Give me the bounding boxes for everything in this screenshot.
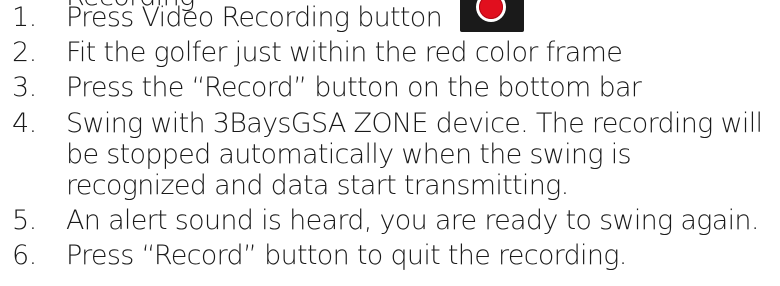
step-text: Press Video Recording button bbox=[66, 0, 766, 33]
step-number: 3. bbox=[12, 72, 37, 104]
step-text: Swing with 3BaysGSA ZONE device. The rec… bbox=[66, 107, 763, 202]
record-button-icon bbox=[460, 0, 525, 32]
step-label: Press Video Recording button bbox=[66, 2, 443, 33]
step-text: Press “Record” button to quit the record… bbox=[66, 240, 627, 272]
step-4: 4. Swing with 3BaysGSA ZONE device. The … bbox=[0, 108, 780, 202]
step-number: 1. bbox=[12, 2, 37, 33]
step-number: 6. bbox=[12, 240, 37, 272]
instruction-page: Recording 1. Press Video Recording butto… bbox=[0, 0, 780, 286]
step-text: Fit the golfer just within the red color… bbox=[66, 37, 623, 69]
step-number: 5. bbox=[12, 205, 37, 237]
step-3: 3. Press the “Record” button on the bott… bbox=[0, 72, 780, 103]
step-text: An alert sound is heard, you are ready t… bbox=[66, 205, 759, 237]
step-number: 2. bbox=[12, 37, 37, 69]
step-text: Press the “Record” button on the bottom … bbox=[66, 72, 642, 104]
steps-list: 1. Press Video Recording button 2. Fit t… bbox=[0, 0, 780, 272]
step-number: 4. bbox=[12, 107, 37, 139]
step-2: 2. Fit the golfer just within the red co… bbox=[0, 37, 780, 68]
step-5: 5. An alert sound is heard, you are read… bbox=[0, 205, 780, 236]
step-6: 6. Press “Record” button to quit the rec… bbox=[0, 240, 780, 271]
step-1: 1. Press Video Recording button bbox=[0, 0, 780, 33]
